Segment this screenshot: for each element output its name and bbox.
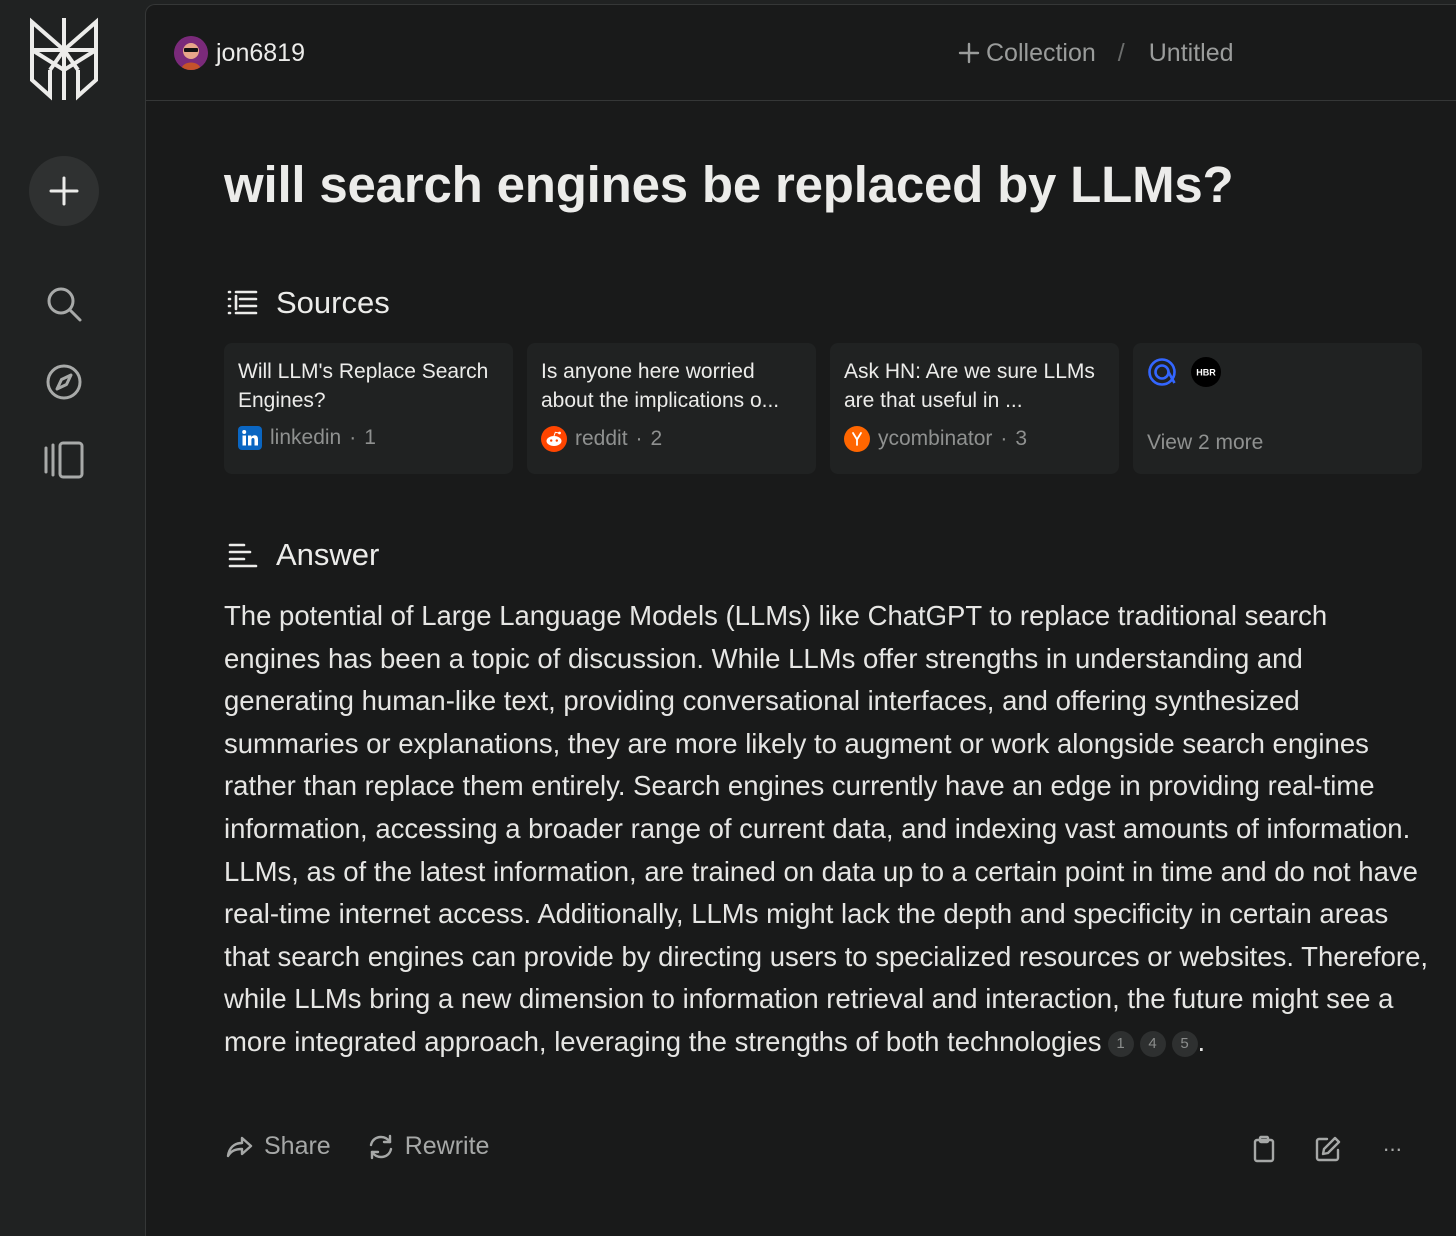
sources-heading: Sources <box>226 285 390 321</box>
username: jon6819 <box>216 38 305 67</box>
source-meta: linkedin · 1 <box>238 426 376 450</box>
source-title: Will LLM's Replace Search Engines? <box>238 360 489 412</box>
source-cards: Will LLM's Replace Search Engines? linke… <box>224 343 1422 474</box>
rewrite-icon <box>369 1134 392 1159</box>
rewrite-button[interactable]: Rewrite <box>367 1132 490 1161</box>
collection-label: Collection <box>986 38 1096 67</box>
source-meta: ycombinator · 3 <box>844 426 1027 452</box>
citation-badge[interactable]: 5 <box>1171 1031 1198 1058</box>
more-options-icon[interactable]: ··· <box>1378 1135 1406 1163</box>
citation-badge[interactable]: 4 <box>1139 1031 1166 1058</box>
edit-icon[interactable] <box>1314 1135 1342 1163</box>
plus-icon <box>49 176 79 206</box>
answer-lines-icon <box>228 543 258 568</box>
share-icon <box>226 1136 253 1157</box>
user-profile[interactable]: jon6819 <box>174 33 305 73</box>
rewrite-label: Rewrite <box>404 1132 490 1160</box>
main-panel: jon6819 Collection / Untitled will searc… <box>145 4 1456 1236</box>
source-meta: reddit · 2 <box>541 426 662 452</box>
view-more-card[interactable]: HBR View 2 more <box>1133 343 1422 474</box>
thread-title[interactable]: Untitled <box>1149 39 1234 68</box>
plus-icon <box>958 42 980 64</box>
source-site: ycombinator <box>878 427 993 450</box>
sidebar <box>0 0 145 1236</box>
more-sources-icons: HBR <box>1147 357 1408 387</box>
answer-heading-label: Answer <box>276 537 380 572</box>
answer-text: The potential of Large Language Models (… <box>224 595 1430 1064</box>
source-index: 2 <box>650 427 663 450</box>
sources-heading-label: Sources <box>276 285 390 320</box>
perplexity-logo-icon[interactable] <box>26 16 102 102</box>
search-icon[interactable] <box>40 280 88 328</box>
linkedin-icon <box>238 426 262 450</box>
breadcrumb-separator: / <box>1117 38 1125 67</box>
source-card[interactable]: Ask HN: Are we sure LLMs are that useful… <box>830 343 1119 474</box>
view-more-label: View 2 more <box>1147 431 1264 454</box>
top-bar: jon6819 Collection / Untitled <box>146 5 1456 101</box>
sources-list-icon <box>227 290 258 315</box>
reddit-icon <box>541 426 567 452</box>
answer-body: The potential of Large Language Models (… <box>224 600 1429 1057</box>
ycombinator-icon <box>844 426 870 452</box>
source-dot: · <box>1000 427 1008 450</box>
svg-text:HBR: HBR <box>1196 368 1216 378</box>
answer-tools: ··· <box>1250 1135 1406 1163</box>
library-icon[interactable] <box>40 436 88 484</box>
citation-badge[interactable]: 1 <box>1107 1031 1134 1058</box>
breadcrumb: Collection / Untitled <box>958 33 1234 73</box>
source-dot: · <box>635 427 643 450</box>
share-label: Share <box>264 1132 331 1160</box>
add-to-collection-button[interactable]: Collection <box>958 39 1096 68</box>
source-dot: · <box>349 426 357 449</box>
answer-heading: Answer <box>226 537 379 573</box>
app-window: jon6819 Collection / Untitled will searc… <box>0 0 1456 1236</box>
more-options-label: ··· <box>1382 1136 1403 1161</box>
source-title: Is anyone here worried about the implica… <box>541 360 780 412</box>
source-index: 1 <box>364 426 376 449</box>
avatar <box>174 36 208 70</box>
source-site: reddit <box>575 427 628 450</box>
source-card[interactable]: Will LLM's Replace Search Engines? linke… <box>224 343 513 474</box>
source-site: linkedin <box>270 426 342 449</box>
circle-logo-icon <box>1147 357 1177 387</box>
source-card[interactable]: Is anyone here worried about the implica… <box>527 343 816 474</box>
source-index: 3 <box>1015 427 1028 450</box>
hbr-icon: HBR <box>1191 357 1221 387</box>
query-title: will search engines be replaced by LLMs? <box>224 156 1234 213</box>
copy-clipboard-icon[interactable] <box>1250 1135 1278 1163</box>
new-thread-button[interactable] <box>29 156 99 226</box>
answer-end-punct: . <box>1197 1025 1206 1057</box>
answer-actions: Share Rewrite <box>226 1132 489 1161</box>
share-button[interactable]: Share <box>226 1132 331 1161</box>
source-title: Ask HN: Are we sure LLMs are that useful… <box>844 360 1095 412</box>
discover-compass-icon[interactable] <box>40 358 88 406</box>
